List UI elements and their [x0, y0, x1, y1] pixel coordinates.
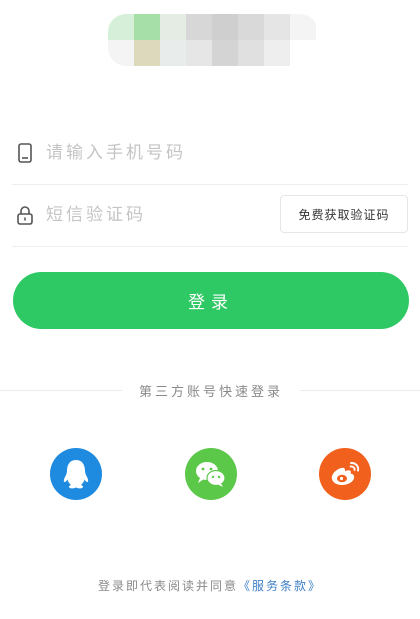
agreement-text: 登录即代表阅读并同意 — [97, 579, 238, 593]
logo-cell — [290, 14, 316, 40]
logo-cell — [264, 14, 290, 40]
third-party-title: 第三方账号快速登录 — [138, 385, 283, 400]
login-page: 免费获取验证码 登录 第三方账号快速登录 — [0, 0, 420, 619]
logo-cell — [108, 14, 134, 40]
weibo-login-button[interactable] — [319, 448, 371, 500]
logo-cell — [186, 14, 212, 40]
logo-cell — [134, 14, 160, 40]
logo-cell — [212, 40, 238, 66]
divider-left — [0, 390, 122, 391]
terms-link[interactable]: 《服务条款》 — [238, 579, 322, 593]
logo-cell — [212, 14, 238, 40]
logo-cell — [160, 40, 186, 66]
get-code-button[interactable]: 免费获取验证码 — [280, 195, 408, 233]
agreement-notice: 登录即代表阅读并同意《服务条款》 — [0, 577, 420, 594]
lock-icon — [16, 205, 34, 225]
phone-icon — [16, 143, 34, 163]
logo-cell — [238, 14, 264, 40]
app-logo — [108, 14, 318, 66]
logo-cell — [134, 40, 160, 66]
logo-cell — [264, 40, 290, 66]
wechat-icon — [194, 459, 228, 489]
phone-field-row — [12, 122, 408, 185]
logo-cell — [186, 40, 212, 66]
logo-cell — [290, 40, 316, 66]
code-field-row: 免费获取验证码 — [12, 184, 408, 247]
sms-code-input[interactable] — [46, 200, 266, 230]
logo-cell — [160, 14, 186, 40]
divider-right — [300, 390, 420, 391]
qq-icon — [62, 458, 90, 490]
login-button[interactable]: 登录 — [13, 272, 409, 329]
wechat-login-button[interactable] — [185, 448, 237, 500]
qq-login-button[interactable] — [50, 448, 102, 500]
weibo-icon — [328, 459, 362, 489]
phone-input[interactable] — [46, 138, 396, 168]
logo-cell — [108, 40, 134, 66]
logo-cell — [238, 40, 264, 66]
